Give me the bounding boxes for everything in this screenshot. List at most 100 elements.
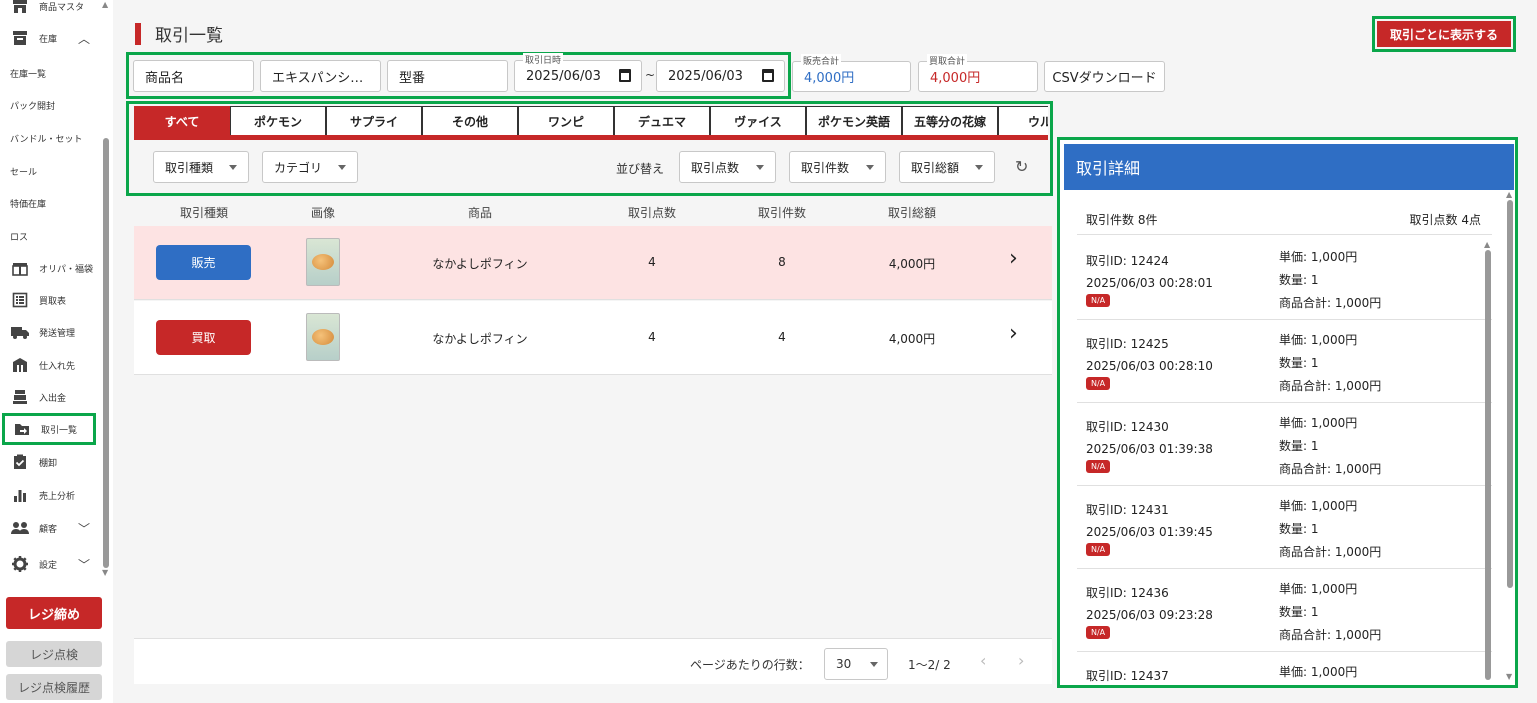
tab-pokemon-english[interactable]: ポケモン英語: [806, 106, 902, 135]
refresh-icon[interactable]: ↻: [1015, 157, 1028, 176]
tab-duelmasters[interactable]: デュエマ: [614, 106, 710, 135]
prev-page-icon[interactable]: ‹: [980, 651, 986, 670]
next-page-icon[interactable]: ›: [1018, 651, 1024, 670]
tab-quintuplets[interactable]: 五等分の花嫁: [902, 106, 998, 135]
entry-id: 取引ID: 12436: [1086, 586, 1169, 600]
buy-type-button[interactable]: 買取: [156, 320, 251, 355]
table-row[interactable]: 販売 なかよしポフィン 4 8 4,000円 ›: [134, 226, 1052, 300]
scrollbar-thumb[interactable]: [1507, 200, 1513, 588]
transaction-type-select[interactable]: 取引種類: [153, 151, 249, 183]
sort-count-label: 取引件数: [801, 160, 850, 175]
scroll-up-arrow-icon[interactable]: ▲: [1506, 190, 1512, 199]
chevron-right-icon[interactable]: ›: [1009, 246, 1018, 271]
model-number-field[interactable]: 型番: [387, 60, 508, 92]
date-to-field[interactable]: 2025/06/03: [656, 60, 785, 92]
date-label: 取引日時: [523, 53, 564, 66]
expansion-field[interactable]: エキスパンシ…: [260, 60, 381, 92]
detail-entry[interactable]: 取引ID: 12424 2025/06/03 00:28:01 N/A 単価: 1,…: [1077, 237, 1492, 320]
calendar-icon[interactable]: [619, 69, 631, 82]
detail-entry[interactable]: 取引ID: 12431 2025/06/03 01:39:45 N/A 単価: 1,…: [1077, 486, 1492, 569]
column-header-points: 取引点数: [627, 206, 677, 220]
factory-icon: [11, 356, 29, 374]
detail-points-summary: 取引点数 4点: [1409, 213, 1481, 227]
chevron-up-icon: ︿: [77, 31, 90, 46]
sidebar-item-sale[interactable]: セール: [0, 155, 100, 187]
scroll-up-arrow-icon[interactable]: ▲: [102, 0, 108, 9]
entry-quantity: 数量: 1: [1279, 356, 1319, 370]
product-name-field[interactable]: 商品名: [133, 60, 254, 92]
register-check-history-button[interactable]: レジ点検履歴: [6, 674, 102, 700]
entry-id: 取引ID: 12430: [1086, 420, 1169, 434]
sidebar-item-inventory[interactable]: 在庫 ︿: [0, 22, 100, 54]
rows-per-page-select[interactable]: 30: [824, 648, 888, 680]
sidebar-item-purchase-list[interactable]: 買取表: [0, 284, 100, 316]
sidebar-item-stocktake[interactable]: 棚卸: [0, 446, 100, 478]
sort-count-select[interactable]: 取引件数: [789, 151, 886, 183]
total-cell: 4,000円: [888, 257, 936, 271]
sidebar-item-loss[interactable]: ロス: [0, 220, 100, 252]
chevron-right-icon[interactable]: ›: [1009, 321, 1018, 346]
column-header-product: 商品: [467, 206, 493, 220]
sidebar-item-sales-analysis[interactable]: 売上分析: [0, 479, 100, 511]
sidebar: 商品マスタ 在庫 ︿ 在庫一覧 パック開封 バンドル・セット セール 特価在庫 …: [0, 0, 113, 703]
register-check-button[interactable]: レジ点検: [6, 641, 102, 667]
sidebar-item-transactions[interactable]: 取引一覧: [2, 413, 96, 445]
scroll-up-arrow-icon[interactable]: ▲: [1484, 240, 1490, 249]
scrollbar-thumb[interactable]: [1485, 250, 1491, 680]
scroll-down-arrow-icon[interactable]: ▼: [102, 568, 108, 577]
detail-entry[interactable]: 取引ID: 12425 2025/06/03 00:28:10 N/A 単価: 1,…: [1077, 320, 1492, 403]
sidebar-item-cash[interactable]: 入出金: [0, 381, 100, 413]
sidebar-item-supplier[interactable]: 仕入れ先: [0, 349, 100, 381]
group-by-transaction-button[interactable]: 取引ごとに表示する: [1377, 21, 1511, 47]
sidebar-item-settings[interactable]: 設定 ﹀: [0, 548, 100, 580]
category-tabs: すべて ポケモン サプライ その他 ワンピ デュエマ ヴァイス ポケモン英語 五…: [134, 106, 1048, 140]
entry-unit-price: 単価: 1,000円: [1279, 333, 1358, 347]
sidebar-item-customers[interactable]: 顧客 ﹀: [0, 512, 100, 544]
tab-supply[interactable]: サプライ: [326, 106, 422, 135]
detail-entry[interactable]: 取引ID: 12437 単価: 1,000円: [1077, 652, 1492, 685]
dropdown-caret-icon: [975, 165, 983, 170]
model-placeholder: 型番: [399, 70, 426, 86]
sidebar-scrollbar[interactable]: ▲ ▼: [102, 0, 110, 580]
sidebar-item-pack-open[interactable]: パック開封: [0, 89, 100, 121]
tab-onepiece[interactable]: ワンピ: [518, 106, 614, 135]
sidebar-item-shipping[interactable]: 発送管理: [0, 316, 100, 348]
scroll-down-arrow-icon[interactable]: ▼: [1506, 672, 1512, 681]
scrollbar-thumb[interactable]: [103, 138, 109, 568]
sidebar-item-label: 商品マスタ: [39, 2, 85, 13]
category-select[interactable]: カテゴリ: [262, 151, 358, 183]
entry-subtotal: 商品合計: 1,000円: [1279, 462, 1382, 476]
csv-download-button[interactable]: CSVダウンロード: [1044, 61, 1165, 92]
tab-weiss[interactable]: ヴァイス: [710, 106, 806, 135]
sidebar-item-inventory-list[interactable]: 在庫一覧: [0, 57, 100, 89]
sidebar-item-bundle[interactable]: バンドル・セット: [0, 122, 100, 154]
sort-points-select[interactable]: 取引点数: [679, 151, 776, 183]
sidebar-item-special-stock[interactable]: 特価在庫: [0, 187, 100, 219]
detail-list-scrollbar[interactable]: ▲: [1484, 240, 1492, 680]
status-badge: N/A: [1086, 377, 1111, 390]
gear-icon: [11, 555, 29, 573]
detail-outer-scrollbar[interactable]: ▲ ▼: [1506, 190, 1514, 684]
table-row[interactable]: 買取 なかよしポフィン 4 4 4,000円 ›: [134, 301, 1052, 375]
tab-other[interactable]: その他: [422, 106, 518, 135]
detail-entry[interactable]: 取引ID: 12430 2025/06/03 01:39:38 N/A 単価: 1,…: [1077, 403, 1492, 486]
date-from-field[interactable]: 取引日時 2025/06/03: [514, 53, 642, 92]
tab-ultraman[interactable]: ウルト: [998, 106, 1048, 135]
column-header-image: 画像: [310, 206, 336, 220]
sales-total-field: 販売合計 4,000円: [792, 54, 911, 92]
list-icon: [11, 291, 29, 309]
date-to-value: 2025/06/03: [668, 68, 743, 84]
close-register-button[interactable]: レジ締め: [6, 597, 102, 629]
sidebar-item-label: 買取表: [39, 296, 67, 307]
sell-type-button[interactable]: 販売: [156, 245, 251, 280]
truck-icon: [11, 323, 29, 341]
sort-total-select[interactable]: 取引総額: [899, 151, 995, 183]
entry-datetime: 2025/06/03 01:39:45: [1086, 525, 1213, 539]
entry-quantity: 数量: 1: [1279, 522, 1319, 536]
sidebar-item-oripa[interactable]: オリパ・福袋: [0, 252, 100, 284]
sidebar-item-product-master[interactable]: 商品マスタ: [0, 0, 100, 22]
detail-entry[interactable]: 取引ID: 12436 2025/06/03 09:23:28 N/A 単価: 1,…: [1077, 569, 1492, 652]
calendar-icon[interactable]: [762, 69, 774, 82]
tab-all[interactable]: すべて: [134, 106, 230, 135]
tab-pokemon[interactable]: ポケモン: [230, 106, 326, 135]
